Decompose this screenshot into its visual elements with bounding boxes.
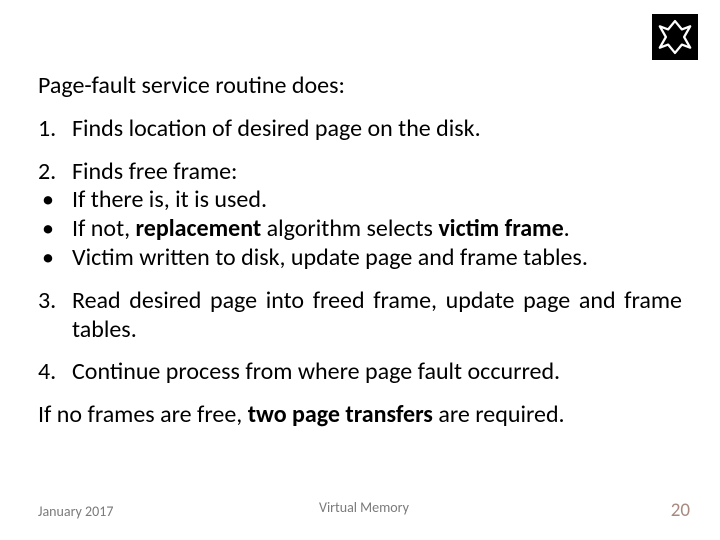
bullet-icon: • [38, 244, 72, 273]
slide: Page-fault service routine does: 1. Find… [0, 0, 720, 540]
page-number: 20 [671, 499, 690, 522]
closing-line: If no frames are free, two page transfer… [38, 401, 682, 430]
item-number: 4. [38, 358, 72, 387]
item-text: Finds location of desired page on the di… [72, 115, 682, 144]
footer-date: January 2017 [38, 503, 113, 520]
slide-heading: Page-fault service routine does: [38, 72, 682, 101]
institution-logo [652, 14, 698, 60]
slide-footer: January 2017 Virtual Memory 20 [38, 499, 690, 522]
slide-body: Page-fault service routine does: 1. Find… [38, 72, 682, 430]
item-text: Read desired page into freed frame, upda… [72, 287, 682, 345]
sub-text: If not, replacement algorithm selects vi… [72, 215, 682, 244]
bullet-icon: • [38, 215, 72, 244]
list-item-4: 4. Continue process from where page faul… [38, 358, 682, 387]
bullet-icon: • [38, 186, 72, 215]
sub-item: • If there is, it is used. [38, 186, 682, 215]
logo-glyph [656, 18, 694, 56]
list-item-3: 3. Read desired page into freed frame, u… [38, 287, 682, 345]
list-item-2: 2. Finds free frame: • If there is, it i… [38, 158, 682, 273]
item-number: 2. [38, 158, 72, 187]
item-number: 1. [38, 115, 72, 144]
item-text: Continue process from where page fault o… [72, 358, 682, 387]
sub-text: Victim written to disk, update page and … [72, 244, 682, 273]
list-item-1: 1. Finds location of desired page on the… [38, 115, 682, 144]
sub-item: • If not, replacement algorithm selects … [38, 215, 682, 244]
item-text: Finds free frame: [72, 158, 682, 187]
item-number: 3. [38, 287, 72, 345]
sub-item: • Victim written to disk, update page an… [38, 244, 682, 273]
footer-title: Virtual Memory [319, 499, 409, 516]
sub-text: If there is, it is used. [72, 186, 682, 215]
sub-list: • If there is, it is used. • If not, rep… [38, 186, 682, 272]
